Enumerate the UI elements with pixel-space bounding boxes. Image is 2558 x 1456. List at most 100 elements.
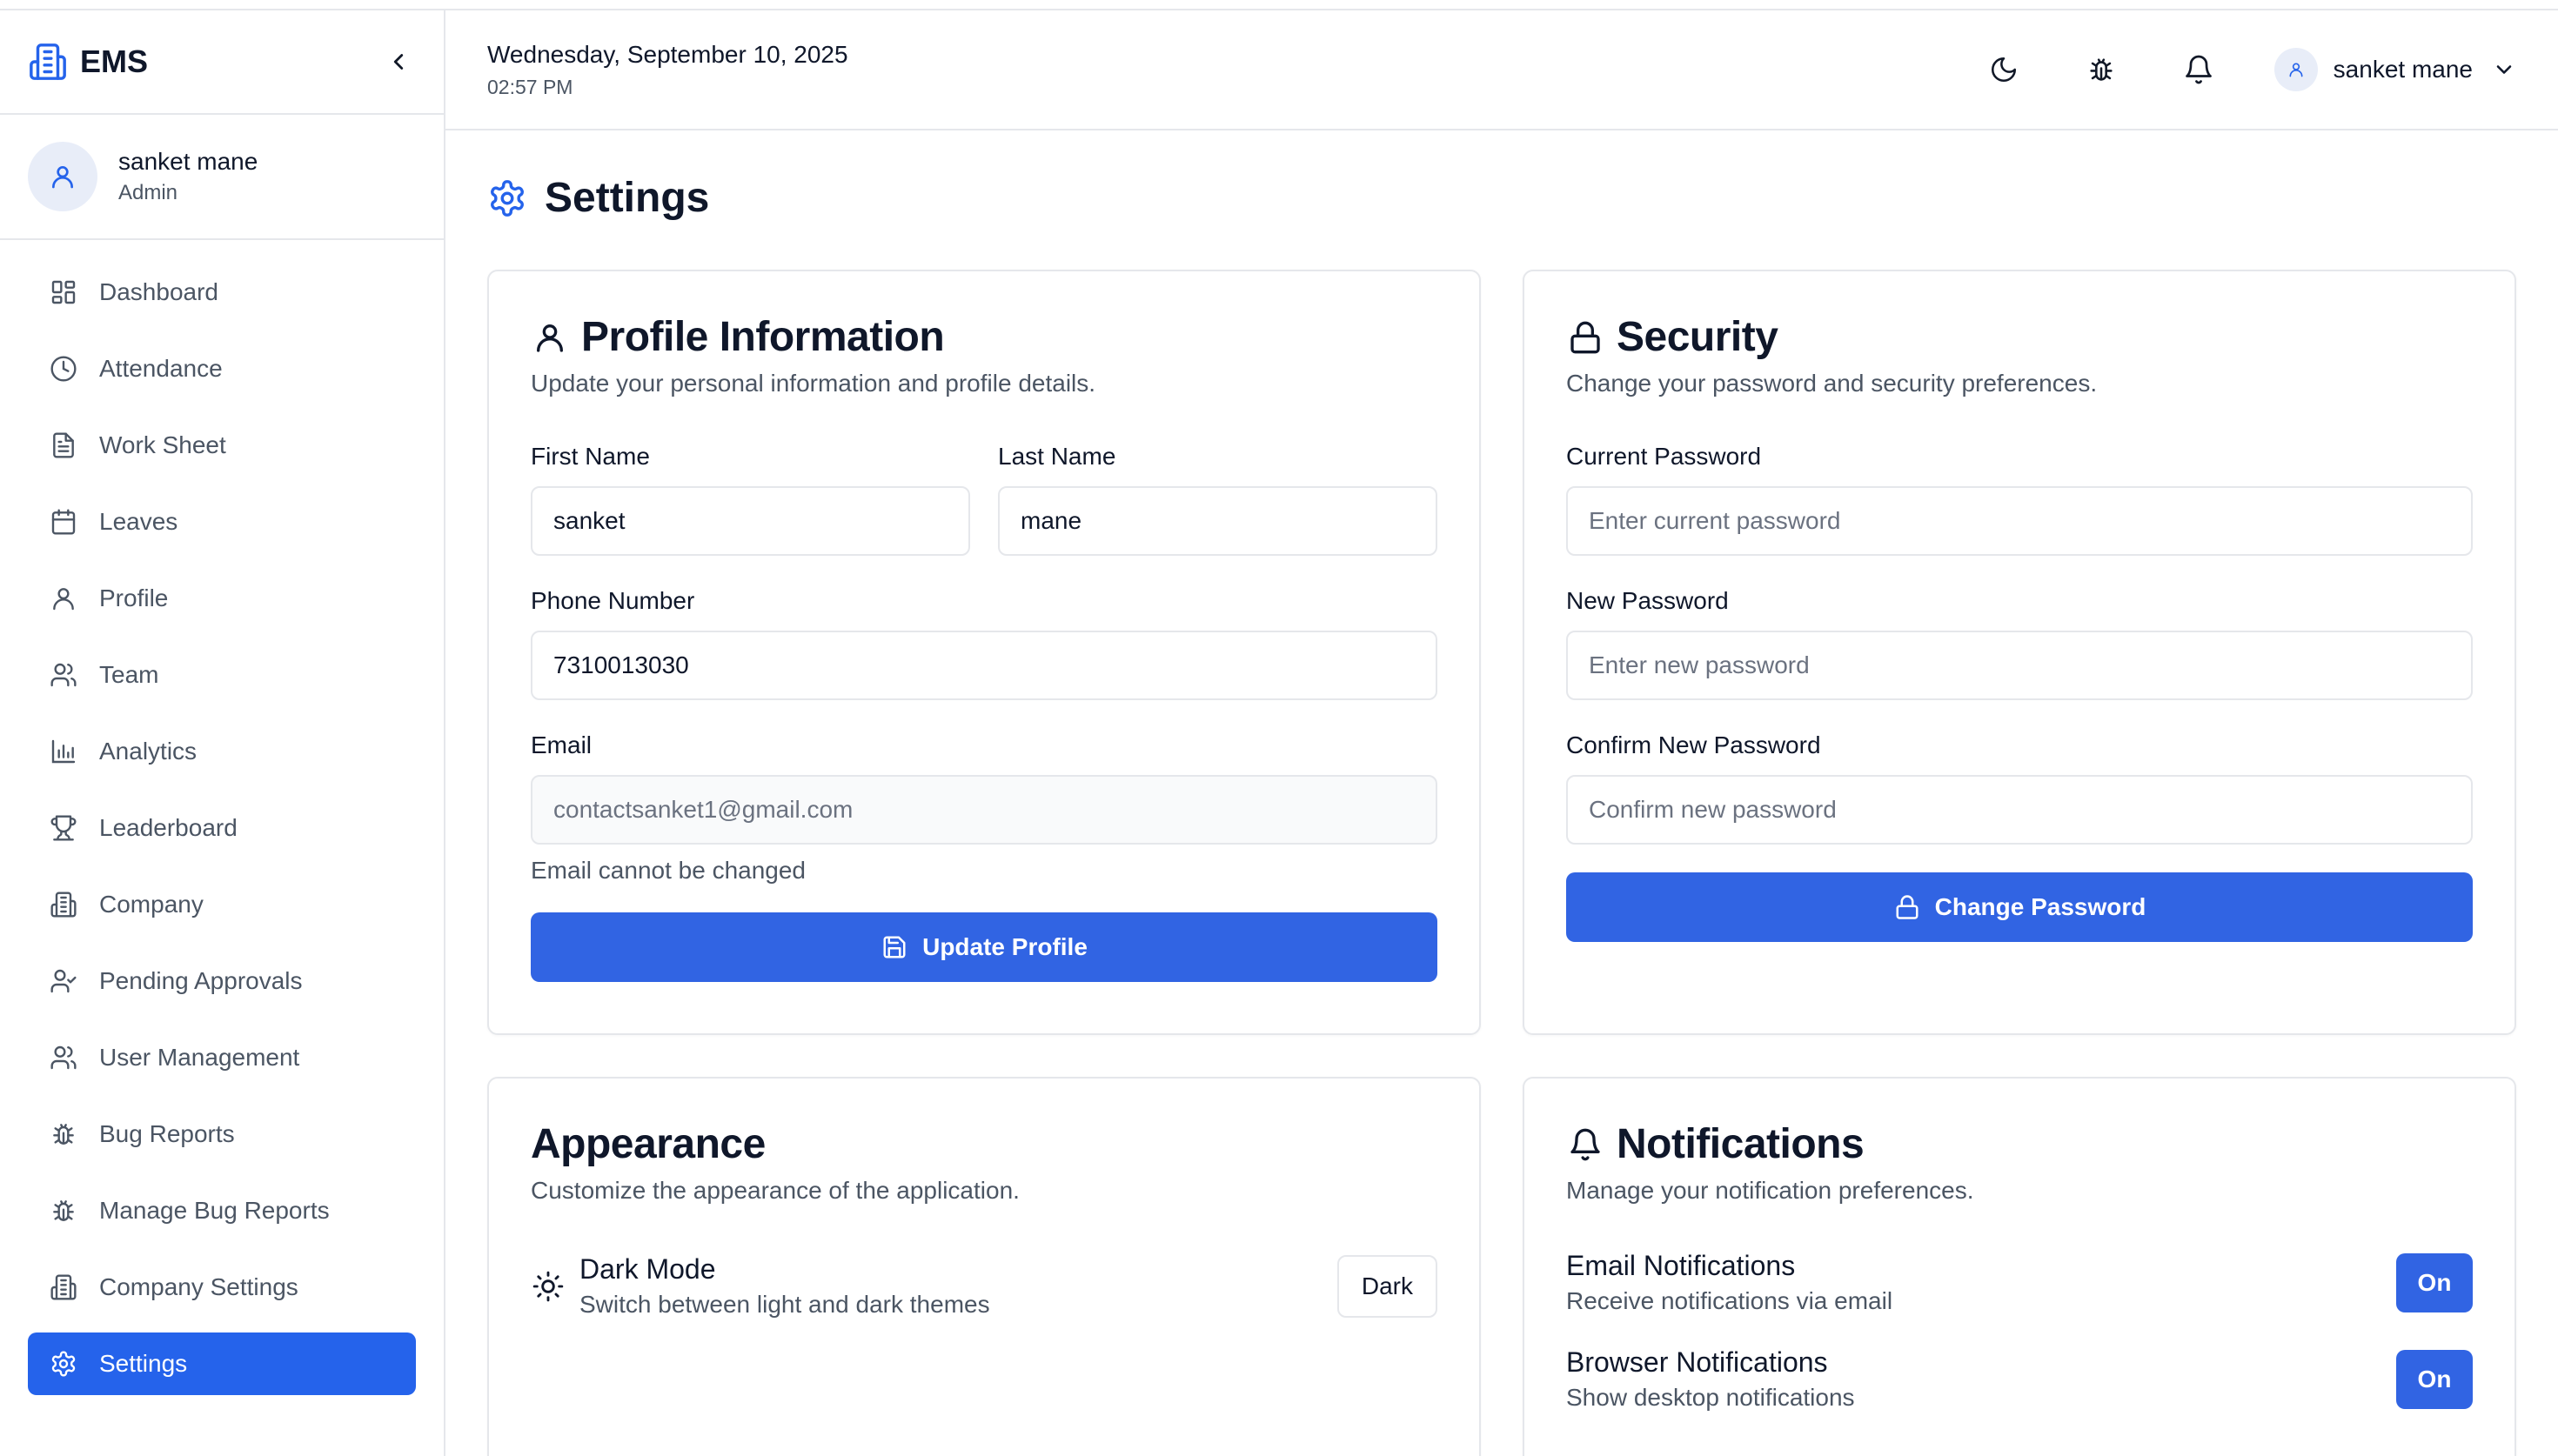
- sidebar-item-manage-bug-reports[interactable]: Manage Bug Reports: [28, 1179, 416, 1242]
- sidebar-item-label: Bug Reports: [99, 1120, 235, 1147]
- sidebar-item-label: Company Settings: [99, 1273, 298, 1300]
- notifications-description: Manage your notification preferences.: [1566, 1177, 1974, 1204]
- sidebar-item-label: Leaderboard: [99, 814, 238, 841]
- sidebar-item-label: Profile: [99, 584, 169, 611]
- sidebar-item-work-sheet[interactable]: Work Sheet: [28, 414, 416, 477]
- lock-icon: [1893, 893, 1921, 921]
- notifications-button[interactable]: [2177, 48, 2220, 91]
- trophy-icon: [49, 813, 78, 843]
- lock-icon: [1566, 318, 1604, 357]
- sidebar-item-profile[interactable]: Profile: [28, 567, 416, 630]
- sidebar-item-label: Work Sheet: [99, 431, 226, 458]
- new-password-field[interactable]: Enter new password: [1566, 631, 2473, 700]
- new-password-label: New Password: [1566, 587, 1729, 614]
- profile-card-title: Profile Information: [531, 313, 1437, 361]
- top-header: Wednesday, September 10, 2025 02:57 PM s…: [445, 10, 2558, 130]
- user-icon: [52, 166, 73, 189]
- header-user-name: sanket mane: [2333, 56, 2473, 83]
- user-icon: [531, 318, 569, 357]
- sidebar-item-leaderboard[interactable]: Leaderboard: [28, 797, 416, 859]
- profile-description: Update your personal information and pro…: [531, 370, 1096, 397]
- sidebar-item-label: Leaves: [99, 508, 178, 535]
- bug-report-button[interactable]: [2079, 48, 2123, 91]
- dark-mode-title: Dark Mode: [579, 1253, 716, 1285]
- building-icon: [49, 890, 78, 919]
- sidebar-item-analytics[interactable]: Analytics: [28, 720, 416, 783]
- dark-mode-toggle-button[interactable]: Dark: [1336, 1254, 1437, 1318]
- last-name-field[interactable]: mane: [998, 486, 1437, 556]
- clock-icon: [49, 354, 78, 384]
- phone-label: Phone Number: [531, 587, 695, 614]
- sidebar-item-attendance[interactable]: Attendance: [28, 337, 416, 400]
- dark-mode-description: Switch between light and dark themes: [579, 1291, 990, 1318]
- update-profile-label: Update Profile: [922, 933, 1088, 960]
- collapse-sidebar-button[interactable]: [381, 44, 416, 79]
- first-name-field[interactable]: sanket: [531, 486, 970, 556]
- appearance-card: Appearance Customize the appearance of t…: [487, 1077, 1481, 1456]
- confirm-password-label: Confirm New Password: [1566, 731, 1821, 758]
- users-icon: [49, 660, 78, 690]
- security-card-title: Security: [1566, 313, 2473, 361]
- page-heading: Settings: [545, 175, 710, 221]
- avatar: [2273, 48, 2318, 91]
- sidebar-item-team[interactable]: Team: [28, 644, 416, 706]
- sidebar-item-bug-reports[interactable]: Bug Reports: [28, 1103, 416, 1165]
- browser-notifications-setting: Browser Notifications Show desktop notif…: [1566, 1346, 2473, 1412]
- sidebar-nav: Dashboard Attendance Work Sheet Leaves P…: [0, 240, 444, 1395]
- user-menu[interactable]: sanket mane: [2273, 48, 2516, 91]
- page-title: Settings: [487, 174, 709, 222]
- bell-icon: [2185, 55, 2212, 84]
- bug-icon: [2090, 58, 2113, 81]
- confirm-password-field[interactable]: Confirm new password: [1566, 775, 2473, 845]
- appearance-description: Customize the appearance of the applicat…: [531, 1177, 1020, 1204]
- browser-notifications-toggle[interactable]: On: [2396, 1349, 2473, 1409]
- update-profile-button[interactable]: Update Profile: [531, 912, 1437, 982]
- profile-title-text: Profile Information: [581, 314, 945, 360]
- user-check-icon: [49, 966, 78, 996]
- user-icon: [2289, 63, 2303, 77]
- email-notifications-toggle[interactable]: On: [2396, 1252, 2473, 1312]
- dashboard-icon: [49, 277, 78, 307]
- app-name: EMS: [80, 43, 149, 79]
- sidebar-user-name: sanket mane: [118, 148, 258, 175]
- sidebar-item-leaves[interactable]: Leaves: [28, 491, 416, 553]
- sidebar-item-label: User Management: [99, 1044, 300, 1071]
- chevron-left-icon: [393, 54, 404, 70]
- email-label: Email: [531, 731, 593, 758]
- phone-field[interactable]: 7310013030: [531, 631, 1437, 700]
- sidebar: EMS sanket mane Admin Dashboard Attendan…: [0, 10, 445, 1456]
- sidebar-item-company[interactable]: Company: [28, 873, 416, 936]
- sidebar-item-settings[interactable]: Settings: [28, 1332, 416, 1395]
- sidebar-item-label: Analytics: [99, 738, 198, 765]
- sidebar-item-company-settings[interactable]: Company Settings: [28, 1256, 416, 1319]
- profile-card: Profile Information Update your personal…: [487, 270, 1481, 1035]
- building-icon: [28, 42, 68, 82]
- theme-toggle-button[interactable]: [1982, 48, 2026, 91]
- sidebar-brand: EMS: [0, 10, 444, 115]
- gear-icon: [49, 1349, 78, 1379]
- appearance-card-title: Appearance: [531, 1121, 766, 1167]
- avatar: [28, 142, 97, 211]
- security-title-text: Security: [1617, 314, 1778, 360]
- header-time: 02:57 PM: [487, 75, 573, 98]
- header-date: Wednesday, September 10, 2025: [487, 40, 848, 68]
- email-notifications-description: Receive notifications via email: [1566, 1287, 1893, 1314]
- sidebar-item-pending-approvals[interactable]: Pending Approvals: [28, 950, 416, 1012]
- gear-icon: [487, 178, 527, 218]
- email-notifications-setting: Email Notifications Receive notification…: [1566, 1250, 2473, 1315]
- moon-icon: [1991, 57, 2016, 83]
- browser-notifications-description: Show desktop notifications: [1566, 1384, 1855, 1411]
- bell-icon: [1566, 1125, 1604, 1164]
- sidebar-item-user-management[interactable]: User Management: [28, 1026, 416, 1089]
- notifications-card-title: Notifications: [1566, 1120, 2473, 1168]
- change-password-button[interactable]: Change Password: [1566, 872, 2473, 942]
- current-password-field[interactable]: Enter current password: [1566, 486, 2473, 556]
- last-name-label: Last Name: [998, 443, 1116, 470]
- sidebar-item-dashboard[interactable]: Dashboard: [28, 261, 416, 324]
- email-field: contactsanket1@gmail.com: [531, 775, 1437, 845]
- bug-icon: [49, 1196, 78, 1226]
- notifications-title-text: Notifications: [1617, 1121, 1865, 1167]
- sidebar-item-label: Team: [99, 661, 159, 688]
- building-icon: [49, 1272, 78, 1302]
- bug-icon: [49, 1119, 78, 1149]
